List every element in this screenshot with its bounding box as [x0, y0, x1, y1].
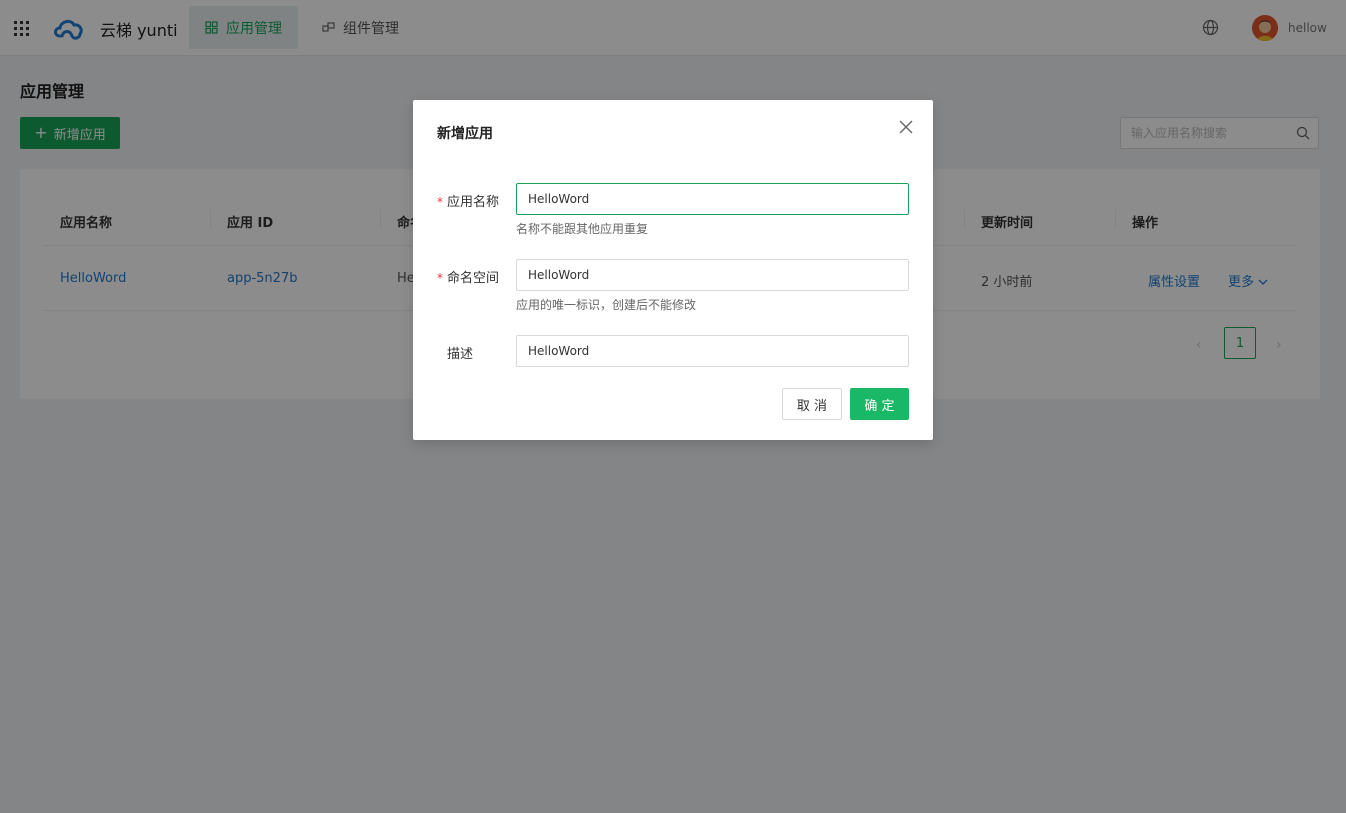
new-app-modal: 新增应用 * 应用名称 名称不能跟其他应用重复 * 命名空间 应用的唯一标识，创建后…	[413, 100, 933, 440]
required-marker: *	[437, 195, 443, 209]
confirm-button[interactable]: 确 定	[850, 388, 909, 420]
namespace-label-text: 命名空间	[447, 271, 500, 286]
app-name-help: 名称不能跟其他应用重复	[516, 222, 649, 236]
namespace-field-label: * 命名空间	[437, 267, 499, 286]
modal-title: 新增应用	[437, 126, 493, 142]
namespace-help: 应用的唯一标识，创建后不能修改	[516, 298, 697, 312]
description-input[interactable]	[516, 335, 909, 367]
app-name-label-text: 应用名称	[447, 195, 500, 210]
namespace-input[interactable]	[516, 259, 909, 291]
close-icon[interactable]	[898, 119, 914, 135]
required-marker: *	[437, 271, 443, 285]
cancel-button[interactable]: 取 消	[782, 388, 842, 420]
app-name-field-label: * 应用名称	[437, 191, 499, 210]
app-name-input[interactable]	[516, 183, 909, 215]
description-field-label: 描述	[447, 347, 474, 362]
